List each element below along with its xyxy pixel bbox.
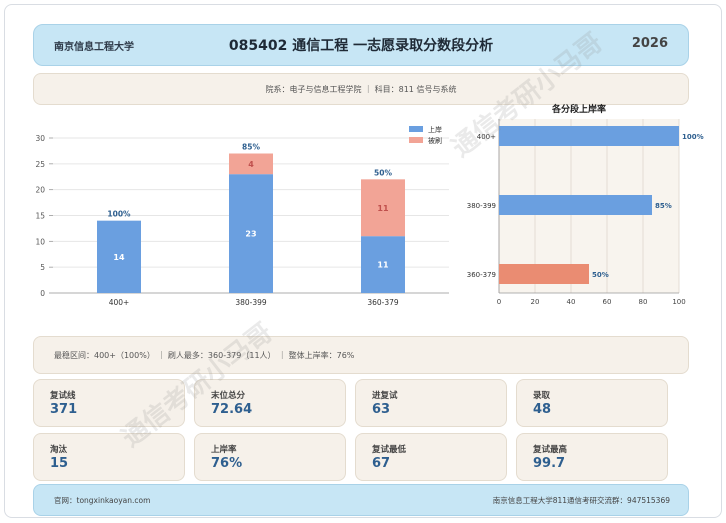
bar-segment-admitted [97,220,141,293]
department-subject-text: 院系：电子与信息工程学院 ｜ 科目：811 信号与系统 [265,85,457,94]
hbar [499,126,679,146]
y-tick-label: 15 [35,212,45,221]
poster-card: 南京信息工程大学 085402 通信工程 一志愿录取分数段分析 2026 院系：… [4,4,722,518]
stat-label: 进复试 [372,391,398,401]
y-tick-label: 30 [35,134,45,143]
stat-box-success-rate: 上岸率 76% [194,433,346,481]
bar-rate-label: 85% [242,143,260,152]
stat-label: 淘汰 [50,445,68,455]
hbar [499,264,589,284]
stat-value: 15 [50,456,69,471]
stat-value: 72.64 [211,402,253,417]
stat-label: 复试最低 [372,445,407,455]
x-tick-label: 40 [567,298,576,306]
bar-rate-label: 100% [107,210,131,219]
bar-segment-admitted [229,174,273,293]
x-tick-label: 360-379 [367,298,399,307]
bar-value-label: 11 [377,204,389,213]
bar-segment-admitted [361,236,405,293]
legend-swatch [409,126,423,132]
stat-label: 录取 [533,391,551,401]
stat-value: 99.7 [533,456,566,471]
hbar [499,195,652,215]
hbar-value-label: 50% [592,271,609,279]
plot-area [499,119,679,293]
x-tick-label: 20 [531,298,540,306]
x-tick-label: 80 [639,298,648,306]
stat-value: 371 [50,402,78,417]
legend-label: 上岸 [428,125,442,134]
stat-box-retest-min: 复试最低 67 [355,433,507,481]
footer-bar: 官网：tongxinkaoyan.com 南京信息工程大学811通信考研交流群：… [33,484,689,516]
y-tick-label: 360-379 [467,271,496,279]
legend-label: 被刷 [428,136,442,145]
stat-box-retest-count: 进复试 63 [355,379,507,427]
stat-box-retest-max: 复试最高 99.7 [516,433,668,481]
y-tick-label: 380-399 [467,202,496,210]
stat-label: 复试最高 [533,445,568,455]
y-tick-label: 5 [40,263,45,272]
x-tick-label: 60 [603,298,612,306]
stat-label: 复试线 [50,391,76,401]
hbar-value-label: 85% [655,202,672,210]
stat-value: 76% [211,456,243,471]
stat-value: 67 [372,456,391,471]
stats-summary-bar: 最稳区间：400+（100%） ｜ 刷人最多：360-379（11人） ｜ 整体… [33,336,689,374]
x-tick-label: 0 [497,298,501,306]
info-bar: 院系：电子与信息工程学院 ｜ 科目：811 信号与系统 [33,73,689,105]
bar-value-label: 4 [248,160,254,169]
y-tick-label: 10 [35,237,45,246]
bar-value-label: 23 [245,230,256,239]
stat-label: 上岸率 [211,445,237,455]
y-tick-label: 0 [40,289,45,298]
x-tick-label: 100 [672,298,685,306]
y-tick-label: 25 [35,160,45,169]
bar-rate-label: 50% [374,168,392,177]
stat-box-admitted: 录取 48 [516,379,668,427]
x-tick-label: 380-399 [235,298,267,307]
bar-segment-rejected [229,153,273,175]
website-text: 官网：tongxinkaoyan.com [54,496,151,505]
bar-value-label: 11 [377,261,389,270]
x-tick-label: 400+ [109,298,130,307]
stat-box-eliminated: 淘汰 15 [33,433,185,481]
bar-value-label: 14 [113,253,125,262]
group-contact-text: 南京信息工程大学811通信考研交流群：947515369 [492,496,670,505]
stat-value: 48 [533,402,552,417]
year-label: 2026 [631,36,668,51]
hbar-value-label: 100% [682,133,704,141]
y-tick-label: 20 [35,186,45,195]
bar-segment-rejected [361,179,405,237]
stat-value: 63 [372,402,391,417]
legend-swatch [409,137,423,143]
